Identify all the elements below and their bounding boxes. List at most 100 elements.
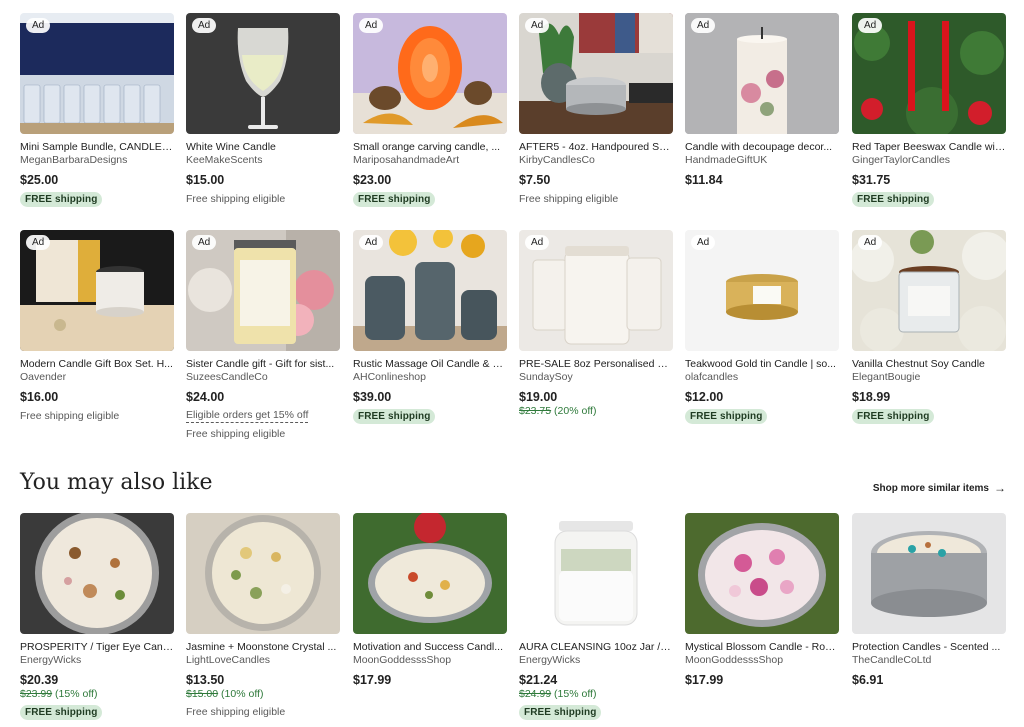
listing-card[interactable]: Ad Small orange carving candle, ... Mari… bbox=[353, 13, 507, 207]
discount-row: $24.99 (15% off) bbox=[519, 688, 673, 701]
listing-price: $18.99 bbox=[852, 390, 891, 404]
shop-name: MariposahandmadeArt bbox=[353, 154, 460, 166]
listing-card[interactable]: Motivation and Success Candl... MoonGodd… bbox=[353, 513, 507, 688]
listing-title[interactable]: Mystical Blossom Candle - Ros... bbox=[685, 641, 839, 654]
listing-card[interactable]: PROSPERITY / Tiger Eye Candl... EnergyWi… bbox=[20, 513, 174, 720]
listing-card[interactable]: AURA CLEANSING 10oz Jar / S... EnergyWic… bbox=[519, 513, 673, 720]
shop-name: SuzeesCandleCo bbox=[186, 371, 268, 383]
free-shipping-badge: FREE shipping bbox=[852, 409, 935, 424]
listing-image[interactable]: Ad bbox=[685, 230, 839, 351]
listing-title[interactable]: Motivation and Success Candl... bbox=[353, 641, 507, 654]
listing-price: $12.00 bbox=[685, 390, 724, 404]
listing-price: $31.75 bbox=[852, 173, 891, 187]
listing-price: $17.99 bbox=[685, 673, 724, 687]
free-shipping-eligible: Free shipping eligible bbox=[186, 428, 286, 440]
listing-title[interactable]: AURA CLEANSING 10oz Jar / S... bbox=[519, 641, 673, 654]
listing-title[interactable]: PRE-SALE 8oz Personalised Na... bbox=[519, 358, 673, 371]
shop-name: SundaySoy bbox=[519, 371, 573, 383]
listing-card[interactable]: Jasmine + Moonstone Crystal ... LightLov… bbox=[186, 513, 340, 719]
ad-badge: Ad bbox=[192, 18, 217, 33]
listing-title[interactable]: AFTER5 - 4oz. Handpoured Sc... bbox=[519, 141, 673, 154]
ad-badge: Ad bbox=[525, 18, 550, 33]
listing-title[interactable]: Small orange carving candle, ... bbox=[353, 141, 507, 154]
shop-name: MoonGoddesssShop bbox=[685, 654, 784, 666]
listing-title[interactable]: White Wine Candle bbox=[186, 141, 340, 154]
listing-image[interactable]: Ad bbox=[852, 13, 1006, 134]
listing-title[interactable]: PROSPERITY / Tiger Eye Candl... bbox=[20, 641, 174, 654]
listing-image[interactable] bbox=[519, 513, 673, 634]
listing-price: $15.00 bbox=[186, 173, 225, 187]
free-shipping-badge: FREE shipping bbox=[685, 409, 768, 424]
ad-badge: Ad bbox=[858, 235, 883, 250]
listing-image[interactable]: Ad bbox=[20, 230, 174, 351]
listing-card[interactable]: Ad Vanilla Chestnut Soy Candle ElegantBo… bbox=[852, 230, 1006, 424]
listing-title[interactable]: Rustic Massage Oil Candle & V... bbox=[353, 358, 507, 371]
listing-title[interactable]: Protection Candles - Scented ... bbox=[852, 641, 1006, 654]
listing-title[interactable]: Sister Candle gift - Gift for sist... bbox=[186, 358, 340, 371]
shop-more-similar-link[interactable]: Shop more similar items → bbox=[873, 481, 1006, 495]
listing-image[interactable] bbox=[685, 513, 839, 634]
ad-badge: Ad bbox=[858, 18, 883, 33]
listing-image[interactable] bbox=[186, 513, 340, 634]
listing-price: $11.84 bbox=[685, 173, 723, 187]
listing-title[interactable]: Vanilla Chestnut Soy Candle bbox=[852, 358, 1006, 371]
free-shipping-eligible: Free shipping eligible bbox=[186, 193, 286, 205]
listing-card[interactable]: Ad Sister Candle gift - Gift for sist...… bbox=[186, 230, 340, 441]
listing-card[interactable]: Ad AFTER5 - 4oz. Handpoured Sc... KirbyC… bbox=[519, 13, 673, 206]
listing-image[interactable]: Ad bbox=[186, 13, 340, 134]
listing-price: $39.00 bbox=[353, 390, 392, 404]
shop-name: EnergyWicks bbox=[20, 654, 82, 666]
listing-image[interactable]: Ad bbox=[519, 13, 673, 134]
listing-card[interactable]: Mystical Blossom Candle - Ros... MoonGod… bbox=[685, 513, 839, 688]
original-price: $15.00 bbox=[186, 688, 219, 700]
discount-percent: (15% off) bbox=[55, 688, 98, 700]
shop-name: EnergyWicks bbox=[519, 654, 581, 666]
listing-title[interactable]: Mini Sample Bundle, CANDLE, ... bbox=[20, 141, 174, 154]
listing-price: $19.00 bbox=[519, 390, 558, 404]
listing-image[interactable]: Ad bbox=[519, 230, 673, 351]
ad-badge: Ad bbox=[359, 18, 384, 33]
listing-title[interactable]: Red Taper Beeswax Candle wit... bbox=[852, 141, 1006, 154]
listing-price: $25.00 bbox=[20, 173, 59, 187]
listing-image[interactable]: Ad bbox=[20, 13, 174, 134]
free-shipping-badge: FREE shipping bbox=[20, 705, 103, 720]
listing-card[interactable]: Ad PRE-SALE 8oz Personalised Na... Sunda… bbox=[519, 230, 673, 418]
listing-card[interactable]: Ad Mini Sample Bundle, CANDLE, ... Megan… bbox=[20, 13, 174, 207]
ad-badge: Ad bbox=[26, 235, 51, 250]
discount-row: $23.99 (15% off) bbox=[20, 688, 174, 701]
shop-name: Oavender bbox=[20, 371, 67, 383]
original-price: $23.75 bbox=[519, 405, 552, 417]
listing-card[interactable]: Ad Candle with decoupage decor... Handma… bbox=[685, 13, 839, 188]
listing-image[interactable]: Ad bbox=[685, 13, 839, 134]
listing-price: $17.99 bbox=[353, 673, 392, 687]
shop-name: MeganBarbaraDesigns bbox=[20, 154, 128, 166]
shop-name: ElegantBougie bbox=[852, 371, 921, 383]
listing-card[interactable]: Ad Teakwood Gold tin Candle | so... olaf… bbox=[685, 230, 839, 424]
listing-image[interactable] bbox=[20, 513, 174, 634]
shop-name: KirbyCandlesCo bbox=[519, 154, 595, 166]
listing-price: $13.50 bbox=[186, 673, 225, 687]
listing-title[interactable]: Modern Candle Gift Box Set. H... bbox=[20, 358, 174, 371]
listing-card[interactable]: Ad Red Taper Beeswax Candle wit... Ginge… bbox=[852, 13, 1006, 207]
listing-card[interactable]: Protection Candles - Scented ... TheCand… bbox=[852, 513, 1006, 688]
shop-name: HandmadeGiftUK bbox=[685, 154, 768, 166]
listing-card[interactable]: Ad Rustic Massage Oil Candle & V... AHCo… bbox=[353, 230, 507, 424]
eligible-orders-discount[interactable]: Eligible orders get 15% off bbox=[186, 409, 309, 423]
original-price: $24.99 bbox=[519, 688, 552, 700]
shop-name: MoonGoddesssShop bbox=[353, 654, 452, 666]
listing-image[interactable]: Ad bbox=[852, 230, 1006, 351]
listing-image[interactable]: Ad bbox=[353, 230, 507, 351]
shop-name: LightLoveCandles bbox=[186, 654, 271, 666]
free-shipping-badge: FREE shipping bbox=[519, 705, 602, 720]
discount-percent: (15% off) bbox=[554, 688, 597, 700]
listing-title[interactable]: Jasmine + Moonstone Crystal ... bbox=[186, 641, 340, 654]
listing-title[interactable]: Candle with decoupage decor... bbox=[685, 141, 839, 154]
listing-image[interactable]: Ad bbox=[186, 230, 340, 351]
arrow-right-icon: → bbox=[994, 481, 1006, 495]
listing-card[interactable]: Ad Modern Candle Gift Box Set. H... Oave… bbox=[20, 230, 174, 423]
listing-title[interactable]: Teakwood Gold tin Candle | so... bbox=[685, 358, 839, 371]
listing-image[interactable] bbox=[852, 513, 1006, 634]
listing-image[interactable]: Ad bbox=[353, 13, 507, 134]
listing-image[interactable] bbox=[353, 513, 507, 634]
listing-card[interactable]: Ad White Wine Candle KeeMakeScents $15.0… bbox=[186, 13, 340, 206]
